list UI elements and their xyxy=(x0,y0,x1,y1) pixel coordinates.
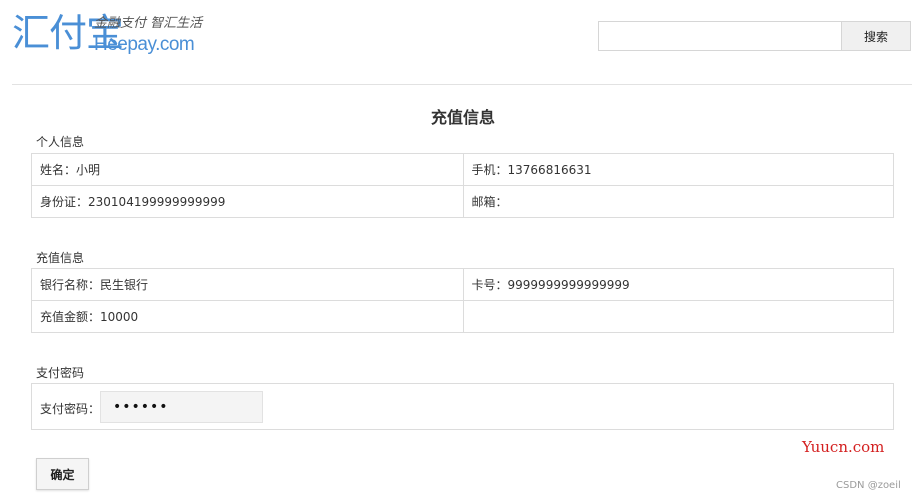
header-divider xyxy=(12,84,912,85)
credit-watermark: CSDN @zoeil xyxy=(836,480,901,491)
phone-value: 13766816631 xyxy=(507,162,592,177)
card-number-label: 卡号： xyxy=(471,278,508,292)
id-card-cell: 身份证： 230104199999999999 xyxy=(32,186,463,217)
card-number-cell: 卡号： 9999999999999999 xyxy=(462,269,894,300)
id-card-label: 身份证： xyxy=(40,195,89,209)
amount-value: 10000 xyxy=(100,309,139,324)
password-input[interactable]: •••••• xyxy=(100,391,263,423)
search-button[interactable]: 搜索 xyxy=(841,21,911,51)
personal-info-heading: 个人信息 xyxy=(36,135,85,149)
payment-password-panel: 支付密码： •••••• xyxy=(31,383,894,430)
name-cell: 姓名： 小明 xyxy=(32,154,463,185)
heepay-logo[interactable]: 汇付宝 金融支付 智汇生活 Heepay.com xyxy=(12,8,202,62)
logo-domain: Heepay.com xyxy=(94,34,195,55)
name-label: 姓名： xyxy=(40,163,77,177)
bank-name-label: 银行名称： xyxy=(40,278,101,292)
table-row: 银行名称： 民生银行 卡号： 9999999999999999 xyxy=(32,269,893,300)
amount-cell: 充值金额： 10000 xyxy=(32,301,463,332)
empty-cell xyxy=(462,301,894,332)
card-number-value: 9999999999999999 xyxy=(507,277,630,292)
id-card-value: 230104199999999999 xyxy=(88,194,226,209)
personal-info-table: 姓名： 小明 手机： 13766816631 身份证： 230104199999… xyxy=(31,153,894,218)
amount-label: 充值金额： xyxy=(40,310,101,324)
name-value: 小明 xyxy=(76,163,101,177)
phone-label: 手机： xyxy=(471,163,508,177)
recharge-info-heading: 充值信息 xyxy=(36,251,85,265)
email-cell: 邮箱： xyxy=(462,186,894,217)
table-row: 充值金额： 10000 xyxy=(32,300,893,332)
payment-password-heading: 支付密码 xyxy=(36,366,85,380)
confirm-button[interactable]: 确定 xyxy=(36,458,89,490)
site-watermark: Yuucn.com xyxy=(802,438,885,456)
recharge-info-table: 银行名称： 民生银行 卡号： 9999999999999999 充值金额： 10… xyxy=(31,268,894,333)
password-label: 支付密码： xyxy=(40,402,101,416)
bank-name-value: 民生银行 xyxy=(100,278,149,292)
logo-slogan: 金融支付 智汇生活 xyxy=(94,16,203,31)
search-input[interactable] xyxy=(598,21,847,51)
page-title: 充值信息 xyxy=(430,108,495,127)
email-label: 邮箱： xyxy=(471,195,508,209)
table-row: 姓名： 小明 手机： 13766816631 xyxy=(32,154,893,185)
phone-cell: 手机： 13766816631 xyxy=(462,154,894,185)
table-row: 身份证： 230104199999999999 邮箱： xyxy=(32,185,893,217)
bank-name-cell: 银行名称： 民生银行 xyxy=(32,269,463,300)
